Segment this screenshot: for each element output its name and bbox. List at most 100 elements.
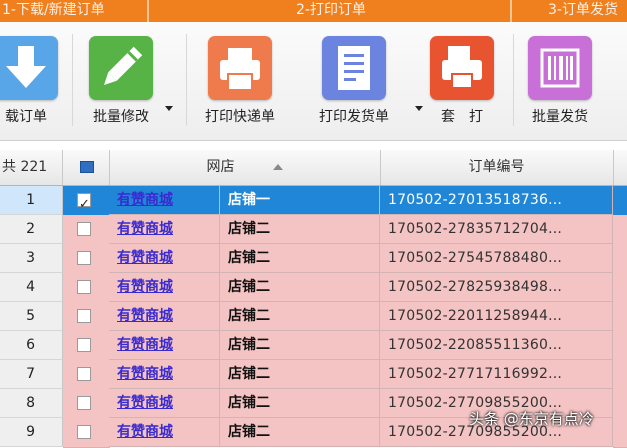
table-row[interactable]: 7 有赞商城 店铺二 170502-27717116992... [0, 360, 627, 390]
shop-link[interactable]: 有赞商城 [117, 279, 173, 295]
store-cell: 店铺一 [220, 186, 380, 215]
combined-print-button[interactable]: 套 打 [420, 34, 504, 138]
row-checkbox-cell[interactable] [63, 215, 110, 245]
store-cell: 店铺二 [220, 418, 380, 447]
barcode-icon [528, 36, 592, 100]
step-divider [147, 0, 149, 22]
select-all-header[interactable] [63, 150, 110, 185]
row-checkbox[interactable] [77, 191, 91, 215]
order-no-cell: 170502-27835712704... [380, 215, 613, 244]
row-checkbox[interactable] [77, 309, 91, 323]
chevron-down-icon[interactable] [165, 106, 173, 111]
row-tail-cell [613, 186, 627, 216]
row-checkbox[interactable] [77, 396, 91, 410]
row-number: 5 [0, 302, 63, 331]
row-checkbox[interactable] [77, 367, 91, 381]
row-checkbox[interactable] [77, 280, 91, 294]
row-number: 6 [0, 331, 63, 360]
table-row[interactable]: 3 有赞商城 店铺二 170502-27545788480... [0, 244, 627, 274]
toolbar: 载订单 批量修改 打印快递单 打印发货单 套 打 批量发货 [0, 22, 627, 141]
order-no-cell: 170502-22011258944... [380, 302, 613, 331]
download-orders-label: 载订单 [5, 109, 47, 125]
table-row[interactable]: 2 有赞商城 店铺二 170502-27835712704... [0, 215, 627, 245]
column-header-shop-label: 网店 [206, 159, 235, 175]
order-no-cell: 170502-27545788480... [380, 244, 613, 273]
shop-link[interactable]: 有赞商城 [117, 395, 173, 411]
shop-link[interactable]: 有赞商城 [117, 337, 173, 353]
row-number: 9 [0, 418, 63, 447]
shop-link[interactable]: 有赞商城 [117, 192, 173, 208]
step-ship-orders[interactable]: 3-订单发货 [548, 0, 618, 22]
table-row[interactable]: 5 有赞商城 店铺二 170502-22011258944... [0, 302, 627, 332]
combined-print-icon [430, 36, 494, 100]
shop-cell[interactable]: 有赞商城 [109, 302, 220, 331]
store-cell: 店铺二 [220, 273, 380, 302]
orders-grid: 共 221 网店 订单编号 1 有赞商城 店铺一 170502-27013518… [0, 150, 627, 448]
row-checkbox[interactable] [77, 222, 91, 236]
select-all-icon [80, 161, 94, 173]
row-checkbox-cell[interactable] [63, 273, 110, 303]
combined-print-label: 套 打 [441, 109, 483, 125]
row-number: 2 [0, 215, 63, 244]
column-header-shop[interactable]: 网店 [109, 150, 381, 185]
row-tail-cell [613, 418, 627, 448]
shop-cell[interactable]: 有赞商城 [109, 418, 220, 447]
store-cell: 店铺二 [220, 389, 380, 418]
print-invoice-label: 打印发货单 [319, 109, 389, 125]
shop-cell[interactable]: 有赞商城 [109, 360, 220, 389]
pencil-icon [89, 36, 153, 100]
shop-link[interactable]: 有赞商城 [117, 424, 173, 440]
row-checkbox[interactable] [77, 251, 91, 265]
row-checkbox[interactable] [77, 338, 91, 352]
row-tail-cell [613, 302, 627, 332]
order-no-cell: 170502-22085511360... [380, 331, 613, 360]
row-count-label: 共 221 [0, 150, 63, 185]
shop-link[interactable]: 有赞商城 [117, 221, 173, 237]
row-checkbox-cell[interactable] [63, 360, 110, 390]
order-no-cell: 170502-27825938498... [380, 273, 613, 302]
order-no-cell: 170502-27717116992... [380, 360, 613, 389]
shop-cell[interactable]: 有赞商城 [109, 244, 220, 273]
shop-cell[interactable]: 有赞商城 [109, 215, 220, 244]
row-checkbox-cell[interactable] [63, 331, 110, 361]
table-row[interactable]: 1 有赞商城 店铺一 170502-27013518736... [0, 186, 627, 216]
step-print-orders[interactable]: 2-打印订单 [296, 0, 366, 22]
row-tail-cell [613, 331, 627, 361]
shop-link[interactable]: 有赞商城 [117, 308, 173, 324]
row-checkbox-cell[interactable] [63, 389, 110, 419]
print-invoice-button[interactable]: 打印发货单 [312, 34, 396, 138]
row-number: 1 [0, 186, 63, 215]
row-tail-cell [613, 244, 627, 274]
row-checkbox-cell[interactable] [63, 186, 110, 216]
column-header-more [613, 150, 627, 185]
row-tail-cell [613, 273, 627, 303]
shop-cell[interactable]: 有赞商城 [109, 186, 220, 215]
batch-edit-label: 批量修改 [93, 109, 149, 125]
row-checkbox-cell[interactable] [63, 302, 110, 332]
print-express-button[interactable]: 打印快递单 [198, 34, 282, 138]
shop-cell[interactable]: 有赞商城 [109, 331, 220, 360]
shop-cell[interactable]: 有赞商城 [109, 273, 220, 302]
row-checkbox-cell[interactable] [63, 244, 110, 274]
shop-link[interactable]: 有赞商城 [117, 250, 173, 266]
column-header-order-no[interactable]: 订单编号 [380, 150, 614, 185]
download-orders-button[interactable]: 载订单 [0, 34, 68, 138]
row-number: 4 [0, 273, 63, 302]
download-icon [0, 36, 58, 100]
store-cell: 店铺二 [220, 331, 380, 360]
batch-edit-button[interactable]: 批量修改 [79, 34, 163, 138]
shop-cell[interactable]: 有赞商城 [109, 389, 220, 418]
table-row[interactable]: 4 有赞商城 店铺二 170502-27825938498... [0, 273, 627, 303]
row-checkbox-cell[interactable] [63, 418, 110, 448]
table-row[interactable]: 6 有赞商城 店铺二 170502-22085511360... [0, 331, 627, 361]
batch-ship-label: 批量发货 [532, 109, 588, 125]
row-number: 8 [0, 389, 63, 418]
column-header-order-no-label: 订单编号 [468, 159, 525, 175]
watermark: 头条 @东京有点冷 [469, 410, 594, 428]
batch-ship-button[interactable]: 批量发货 [518, 34, 602, 138]
row-checkbox[interactable] [77, 425, 91, 439]
shop-link[interactable]: 有赞商城 [117, 366, 173, 382]
toolbar-divider [186, 34, 187, 126]
printer-icon [208, 36, 272, 100]
step-download-orders[interactable]: 1-下载/新建订单 [2, 0, 105, 22]
